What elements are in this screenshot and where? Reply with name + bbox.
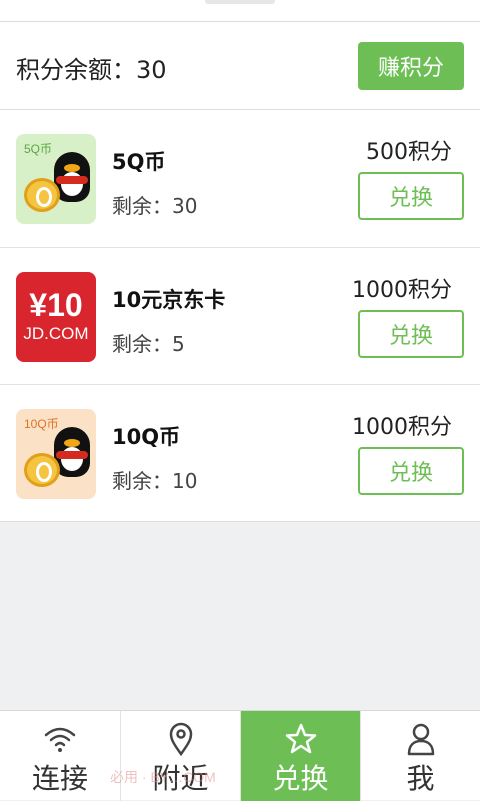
tab-nearby[interactable]: 附近 — [120, 711, 240, 801]
jd-brand: JD.COM — [23, 324, 89, 343]
star-icon — [285, 723, 316, 754]
jd-amount: ¥10 — [29, 287, 83, 323]
penguin-scarf — [56, 451, 88, 459]
reward-list: 5Q币 5Q币 剩余：30 500积分 兑换 ¥10 JD.COM 10元京东卡… — [0, 110, 480, 522]
penguin-scarf — [56, 176, 88, 184]
exchange-button[interactable]: 兑换 — [358, 172, 464, 220]
header-title-fragment — [205, 0, 275, 4]
thumb-tag: 5Q币 — [24, 142, 53, 156]
reward-remaining: 剩余：10 — [112, 469, 198, 493]
reward-price: 1000积分 — [352, 278, 452, 303]
bottom-tab-bar: 连接 附近 兑换 我 必用 · BY…COM — [0, 710, 480, 801]
reward-name: 10Q币 — [112, 425, 181, 449]
thumb-tag: 10Q币 — [24, 417, 59, 431]
exchange-button[interactable]: 兑换 — [358, 447, 464, 495]
tab-label: 连接 — [31, 762, 88, 795]
tab-me[interactable]: 我 — [360, 711, 480, 801]
tab-exchange[interactable]: 兑换 — [240, 711, 360, 801]
reward-item-jd: ¥10 JD.COM 10元京东卡 剩余：5 1000积分 兑换 — [0, 247, 480, 384]
tab-label: 兑换 — [272, 762, 329, 795]
coin-icon — [24, 453, 60, 487]
watermark: 必用 · BY…COM — [110, 769, 216, 785]
reward-price: 1000积分 — [352, 415, 452, 440]
tab-label: 我 — [406, 762, 435, 795]
reward-name: 5Q币 — [112, 150, 166, 174]
qq-coin-icon: 5Q币 — [16, 134, 96, 224]
points-balance: 积分余额：30 — [16, 56, 167, 84]
location-pin-icon — [169, 722, 192, 757]
reward-item-10q: 10Q币 10Q币 剩余：10 1000积分 兑换 — [0, 384, 480, 521]
exchange-button[interactable]: 兑换 — [358, 310, 464, 358]
reward-name: 10元京东卡 — [112, 288, 226, 312]
reward-remaining: 剩余：5 — [112, 332, 185, 356]
top-header-strip — [0, 0, 480, 22]
wifi-icon — [44, 727, 76, 752]
reward-item-5q: 5Q币 5Q币 剩余：30 500积分 兑换 — [0, 110, 480, 247]
tab-connect[interactable]: 连接 — [0, 711, 120, 801]
person-icon — [407, 723, 434, 756]
reward-remaining: 剩余：30 — [112, 194, 198, 218]
jd-card-icon: ¥10 JD.COM — [16, 272, 96, 362]
qq-coin-icon: 10Q币 — [16, 409, 96, 499]
earn-points-button[interactable]: 赚积分 — [358, 42, 464, 90]
balance-bar: 积分余额：30 赚积分 — [0, 22, 480, 110]
coin-icon — [24, 178, 60, 212]
reward-price: 500积分 — [366, 140, 452, 165]
